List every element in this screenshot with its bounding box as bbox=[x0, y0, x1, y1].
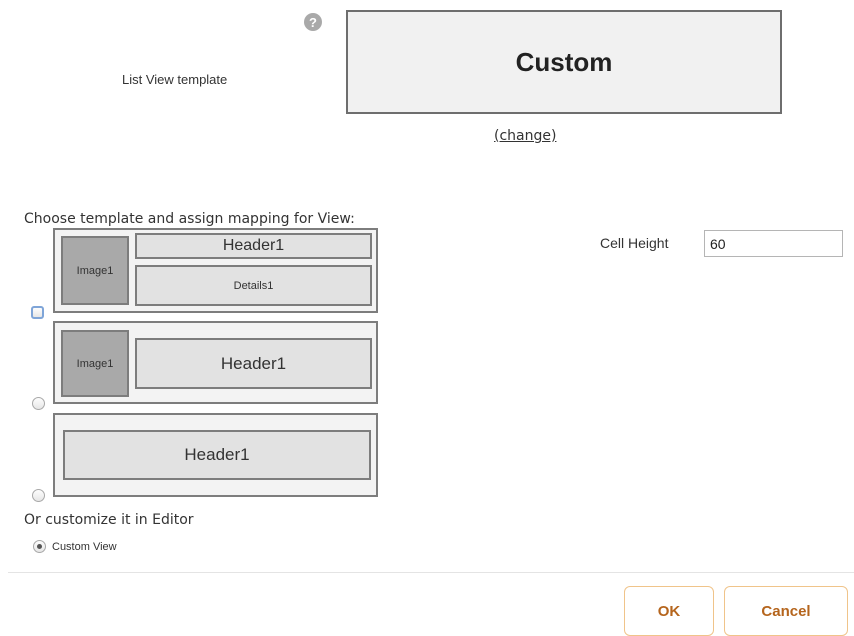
custom-view-radio[interactable] bbox=[33, 540, 46, 553]
template-option-3[interactable]: Header1 bbox=[53, 413, 378, 497]
selected-template-display[interactable]: Custom bbox=[346, 10, 782, 114]
list-view-template-label: List View template bbox=[122, 72, 228, 87]
header-placeholder: Header1 bbox=[63, 430, 371, 480]
details-placeholder: Details1 bbox=[135, 265, 372, 306]
header-placeholder: Header1 bbox=[135, 338, 372, 389]
template-option-1[interactable]: Image1 Header1 Details1 bbox=[53, 228, 378, 313]
choose-template-label: Choose template and assign mapping for V… bbox=[24, 211, 355, 227]
divider bbox=[8, 572, 854, 573]
ok-button[interactable]: OK bbox=[624, 586, 714, 636]
cell-height-input[interactable] bbox=[704, 230, 843, 257]
custom-view-label: Custom View bbox=[52, 541, 117, 553]
cancel-button[interactable]: Cancel bbox=[724, 586, 848, 636]
image-placeholder: Image1 bbox=[61, 330, 129, 397]
image-placeholder: Image1 bbox=[61, 236, 129, 305]
template-1-radio[interactable] bbox=[31, 306, 44, 319]
template-option-2[interactable]: Image1 Header1 bbox=[53, 321, 378, 404]
header-placeholder: Header1 bbox=[135, 233, 372, 259]
template-2-radio[interactable] bbox=[32, 397, 45, 410]
cell-height-label: Cell Height bbox=[600, 235, 669, 251]
template-3-radio[interactable] bbox=[32, 489, 45, 502]
change-template-link[interactable]: (change) bbox=[494, 128, 556, 144]
help-icon[interactable]: ? bbox=[304, 13, 322, 31]
customize-editor-label: Or customize it in Editor bbox=[24, 512, 194, 528]
